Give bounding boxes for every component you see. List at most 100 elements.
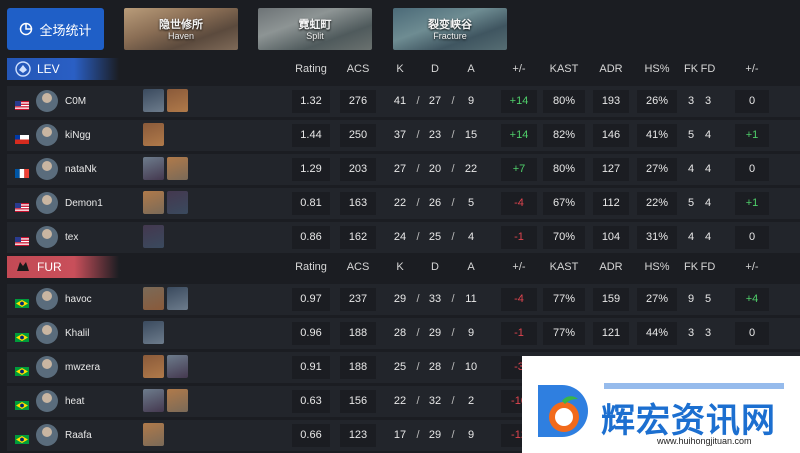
stat-pm: -1: [501, 322, 537, 345]
team-name: LEV: [37, 62, 60, 76]
map-tab-haven[interactable]: 隐世修所 Haven: [124, 8, 238, 50]
stat-d: 33: [428, 293, 442, 305]
avatar: [36, 90, 58, 112]
stat-a: 4: [467, 231, 475, 243]
avatar: [36, 192, 58, 214]
team-header-fur: FUR Rating ACS K D A +/- KAST ADR HS% FK FD +/-: [7, 256, 800, 278]
slash-separator: /: [416, 429, 420, 441]
stats-icon: [20, 22, 33, 36]
stat-a: 15: [464, 129, 478, 141]
player-row[interactable]: havoc 0.97 237 29 / 33 / 11 -4 77% 159 27% 9 5 +4: [7, 284, 800, 315]
stat-d: 28: [428, 361, 442, 373]
player-name[interactable]: mwzera: [65, 352, 100, 383]
stat-k: 25: [393, 361, 407, 373]
avatar: [36, 390, 58, 412]
stat-adr: 159: [593, 288, 629, 311]
avatar: [36, 288, 58, 310]
stat-pm: +7: [501, 158, 537, 181]
map-name-cn: 隐世修所: [159, 19, 203, 31]
column-header: FK: [683, 261, 699, 273]
stat-adr: 193: [593, 90, 629, 113]
stat-a: 5: [467, 197, 475, 209]
agent-portrait-icon: [143, 355, 164, 378]
stat-fk: 4: [687, 163, 695, 175]
stat-d: 32: [428, 395, 442, 407]
stat-pm: -4: [501, 192, 537, 215]
map-name-en: Split: [306, 31, 324, 41]
flag-br-icon: [15, 329, 29, 342]
stat-kast: 80%: [543, 90, 585, 113]
stat-fd: 5: [704, 293, 712, 305]
map-name-en: Haven: [167, 31, 194, 41]
column-header: Rating: [295, 63, 327, 75]
stat-kast: 70%: [543, 226, 585, 249]
stat-acs: 250: [340, 124, 376, 147]
stat-d: 20: [428, 163, 442, 175]
watermark-url: www.huihongjituan.com: [657, 436, 752, 446]
avatar: [36, 158, 58, 180]
player-name[interactable]: havoc: [65, 284, 92, 315]
stat-fpm: +1: [735, 124, 769, 147]
player-name[interactable]: heat: [65, 386, 84, 417]
player-row[interactable]: Khalil 0.96 188 28 / 29 / 9 -1 77% 121 44% 3 3 0: [7, 318, 800, 349]
stat-fk: 3: [687, 95, 695, 107]
stat-a: 22: [464, 163, 478, 175]
stat-fk: 4: [687, 231, 695, 243]
stat-acs: 162: [340, 226, 376, 249]
player-row[interactable]: tex 0.86 162 24/25/4 -1 70% 104 31% 4 4 0: [7, 222, 800, 253]
player-name[interactable]: nataNk: [65, 154, 97, 185]
map-tab-split[interactable]: 霓虹町 Split: [258, 8, 372, 50]
team-name: FUR: [37, 260, 62, 274]
player-row[interactable]: C0M 1.32 276 41 / 27 / 9 +14 80% 193 26% 3 3 0: [7, 86, 800, 117]
column-header: HS%: [644, 261, 670, 273]
avatar: [36, 124, 58, 146]
player-name[interactable]: kiNgg: [65, 120, 91, 151]
flag-us-icon: [15, 97, 29, 110]
stat-a: 10: [464, 361, 478, 373]
stat-hs: 31%: [637, 226, 677, 249]
player-name[interactable]: Demon1: [65, 188, 103, 219]
stat-rating: 1.44: [292, 124, 330, 147]
stat-acs: 203: [340, 158, 376, 181]
stat-rating: 0.91: [292, 356, 330, 379]
agent-portrait-icon: [143, 89, 164, 112]
stat-acs: 156: [340, 390, 376, 413]
stat-hs: 27%: [637, 158, 677, 181]
column-header: A: [467, 261, 475, 273]
player-row[interactable]: Demon1 0.81 163 22/26/5 -4 67% 112 22% 5 4 +1: [7, 188, 800, 219]
flag-us-icon: [15, 199, 29, 212]
map-tab-fracture[interactable]: 裂变峡谷 Fracture: [393, 8, 507, 50]
player-row[interactable]: kiNgg 1.44 250 37 / 23 / 15 +14 82% 146 41% 5 4 +1: [7, 120, 800, 151]
stat-fd: 4: [704, 163, 712, 175]
overall-stats-button[interactable]: 全场统计: [7, 8, 104, 50]
column-header: A: [467, 63, 475, 75]
column-header: +/-: [745, 63, 759, 75]
slash-separator: /: [416, 163, 420, 175]
column-header: FD: [700, 261, 716, 273]
stat-fd: 4: [704, 231, 712, 243]
agent-portrait-icon: [167, 287, 188, 310]
stat-k: 29: [393, 293, 407, 305]
player-name[interactable]: Khalil: [65, 318, 89, 349]
stat-hs: 26%: [637, 90, 677, 113]
slash-separator: /: [416, 197, 420, 209]
stat-fd: 3: [704, 327, 712, 339]
column-header: K: [396, 261, 404, 273]
stat-rating: 0.81: [292, 192, 330, 215]
flag-br-icon: [15, 295, 29, 308]
player-name[interactable]: C0M: [65, 86, 86, 117]
avatar: [36, 226, 58, 248]
stat-fd: 4: [704, 197, 712, 209]
player-row[interactable]: nataNk 1.29 203 27 / 20 / 22 +7 80% 127 27% 4 4 0: [7, 154, 800, 185]
avatar: [36, 322, 58, 344]
map-name-en: Fracture: [433, 31, 467, 41]
slash-separator: /: [416, 293, 420, 305]
flag-us-icon: [15, 233, 29, 246]
column-header: FD: [700, 63, 716, 75]
player-name[interactable]: tex: [65, 222, 78, 253]
stat-d: 25: [428, 231, 442, 243]
flag-cl-icon: [15, 131, 29, 144]
player-name[interactable]: Raafa: [65, 420, 92, 451]
stat-rating: 1.29: [292, 158, 330, 181]
column-header: ADR: [599, 63, 623, 75]
